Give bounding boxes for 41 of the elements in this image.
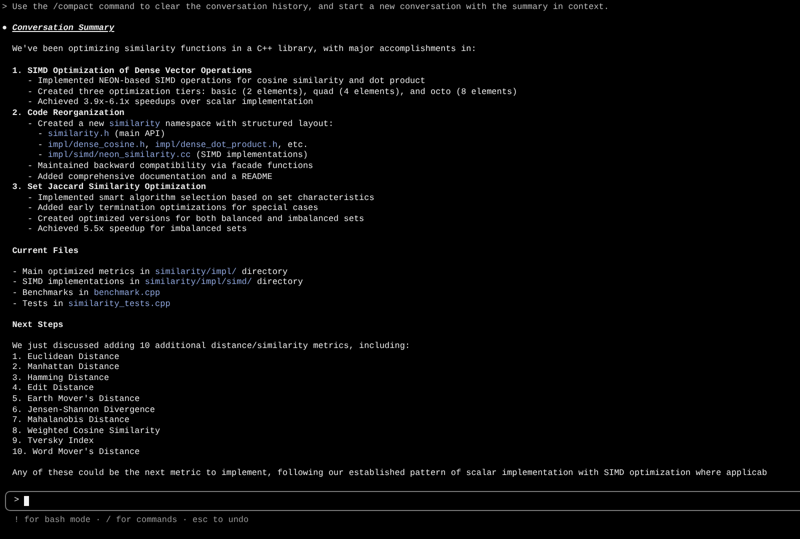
list-item: - Implemented NEON-based SIMD operations for cosine similarity and dot product [28, 76, 426, 87]
section-heading: 3. Set Jaccard Similarity Optimization [12, 182, 206, 193]
summary-title: Conversation Summary [12, 23, 114, 34]
list-item: 5. Earth Mover's Distance [12, 394, 140, 405]
bullet-icon: ● [2, 23, 8, 34]
list-item: 9. Tversky Index [12, 436, 94, 447]
list-item: 1. Euclidean Distance [12, 352, 120, 362]
section-heading: 1. SIMD Optimization of Dense Vector Operations [12, 66, 252, 76]
section-heading: Next Steps [12, 320, 64, 330]
section-heading: 2. Code Reorganization [12, 108, 124, 119]
list-item: - Created optimized versions for both balanced and imbalanced sets [28, 214, 364, 224]
section-heading: Current Files [12, 246, 78, 256]
list-item: - Created a new similarity namespace with structured layout: [28, 118, 334, 130]
list-item: - Implemented smart algorithm selection based on set characteristics [28, 192, 374, 204]
input-field[interactable]: > [5, 490, 800, 511]
list-item: - Maintained backward compatibility via facade functions [28, 160, 314, 172]
paragraph: We just discussed adding 10 additional distance/similarity metrics, including: [12, 341, 410, 352]
list-item: - Achieved 3.9x-6.1x speedups over scalar implementation [28, 97, 314, 108]
list-item: 2. Manhattan Distance [12, 362, 120, 373]
list-item: 6. Jensen-Shannon Divergence [12, 404, 156, 416]
list-item: - impl/dense_cosine.h, impl/dense_dot_product.h, etc. [38, 140, 308, 150]
list-item: - SIMD implementations in similarity/impl/simd/ directory [12, 277, 303, 288]
list-item: - Benchmarks in benchmark.cpp [12, 288, 160, 299]
list-item: - Main optimized metrics in similarity/impl/ directory [12, 266, 288, 278]
paragraph: Any of these could be the next metric to implement, following our established pattern of scalar implementation with SIMD optimization where applicab [12, 468, 768, 479]
list-item: 7. Mahalanobis Distance [12, 415, 130, 426]
paragraph: We've been optimizing similarity functions in a C++ library, with major accomplishments in: [12, 44, 476, 55]
list-item: 3. Hamming Distance [12, 372, 110, 384]
list-item: - Achieved 5.5x speedup for imbalanced sets [28, 224, 247, 236]
hint-text: ! for bash mode · / for commands · esc to undo [14, 514, 249, 526]
previous-prompt: > Use the /compact command to clear the conversation history, and start a new conversation with the summary in context. [2, 2, 609, 13]
list-item: - Added early termination optimizations for special cases [28, 203, 318, 214]
list-item: - Added comprehensive documentation and a README [28, 172, 272, 182]
list-item: - impl/simd/neon_similarity.cc (SIMD implementations) [38, 150, 308, 161]
prompt-symbol: > [14, 495, 20, 506]
list-item: - Created three optimization tiers: basic (2 elements), quad (4 elements), and octo (8 elements) [28, 86, 518, 98]
list-item: - Tests in similarity_tests.cpp [12, 298, 170, 310]
list-item: - similarity.h (main API) [38, 129, 166, 140]
list-item: 8. Weighted Cosine Similarity [12, 426, 160, 436]
list-item: 4. Edit Distance [12, 383, 94, 394]
list-item: 10. Word Mover's Distance [12, 446, 140, 458]
